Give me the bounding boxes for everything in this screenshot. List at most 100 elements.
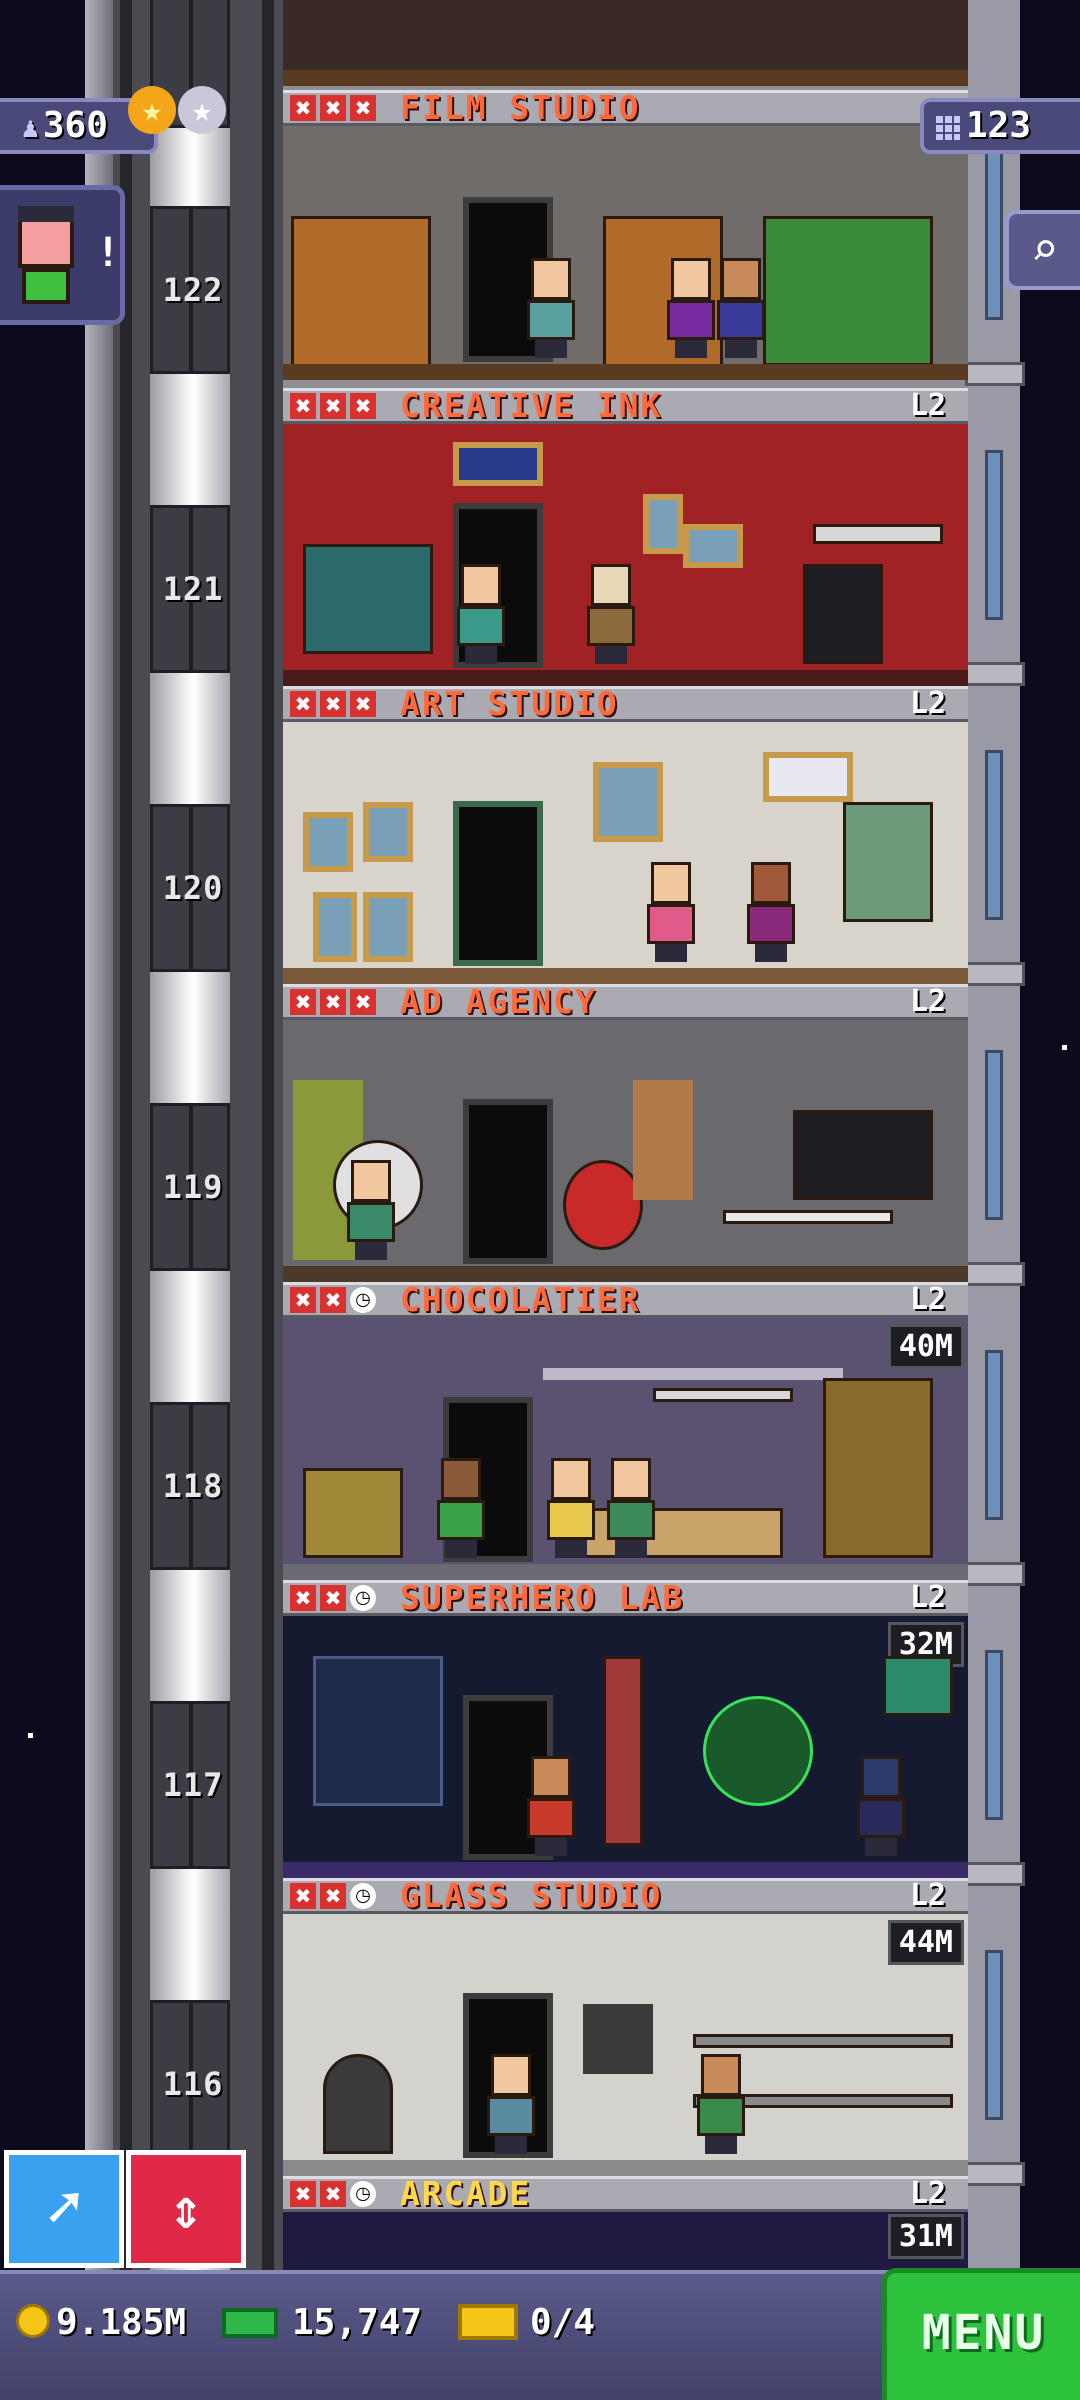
tower-bux-icon — [222, 2308, 278, 2338]
floor-status-icons: ✖ ✖ ◷ — [290, 1878, 376, 1914]
alert-icon: ! — [96, 230, 121, 276]
floor-name: GLASS STUDIO — [400, 1876, 663, 1915]
x-icon: ✖ — [320, 2181, 346, 2207]
magnifier-icon: ⌕ — [1030, 222, 1059, 276]
tower-window — [985, 450, 1003, 620]
room-creative-ink[interactable] — [283, 424, 968, 686]
floor-status-icons: ✖ ✖ ✖ — [290, 388, 376, 424]
floor-level: L2 — [910, 1282, 947, 1317]
x-icon: ✖ — [320, 989, 346, 1015]
floor-status-icons: ✖ ✖ ✖ — [290, 686, 376, 722]
room-chocolatier[interactable]: 40M — [283, 1318, 968, 1580]
star-dot — [28, 1733, 33, 1738]
restock-timer: 40M — [887, 1324, 964, 1369]
x-icon: ✖ — [290, 393, 316, 419]
room-arcade[interactable]: 31M — [283, 2212, 968, 2270]
rocket-button[interactable]: ➚ — [4, 2150, 124, 2268]
search-button[interactable]: ⌕ — [1005, 210, 1080, 290]
room-film-studio[interactable] — [283, 126, 968, 380]
floor-name: CREATIVE INK — [400, 386, 663, 425]
person-icon: ♟ — [22, 111, 39, 144]
x-icon: ✖ — [320, 691, 346, 717]
floor-number-block: 117 — [150, 1701, 230, 1869]
room-superhero-lab[interactable]: 32M — [283, 1616, 968, 1878]
elevator-arrows-icon: ⇕ — [169, 2177, 203, 2242]
floor-name: FILM STUDIO — [400, 88, 641, 127]
floor-number: 117 — [162, 1766, 224, 1804]
floors-count-badge[interactable]: 123 — [920, 98, 1080, 154]
floor-number: 122 — [162, 271, 224, 309]
floor-status-icons: ✖ ✖ ◷ — [290, 1282, 376, 1318]
floor-header-art-studio[interactable] — [283, 686, 968, 722]
tickets-amount: 0/4 — [530, 2302, 596, 2343]
x-icon: ✖ — [320, 1585, 346, 1611]
coin-icon — [16, 2304, 50, 2338]
floor-number-block: 119 — [150, 1103, 230, 1271]
room-art-studio[interactable] — [283, 722, 968, 984]
shaft-rail — [120, 0, 132, 2270]
restock-timer: 31M — [887, 2214, 964, 2259]
x-icon: ✖ — [290, 1287, 316, 1313]
room-glass-studio[interactable]: 44M — [283, 1914, 968, 2176]
tower-window — [985, 1650, 1003, 1820]
floor-header-arcade[interactable] — [283, 2176, 968, 2212]
star-rating[interactable]: ★ ★ — [128, 86, 226, 134]
tower-window — [985, 150, 1003, 320]
restock-timer: 44M — [887, 1920, 964, 1965]
grid-icon — [934, 114, 960, 140]
room-above-partial[interactable] — [283, 0, 968, 86]
x-icon: ✖ — [290, 1883, 316, 1909]
floor-number: 116 — [162, 2065, 224, 2103]
floor-status-icons: ✖ ✖ ◷ — [290, 1580, 376, 1616]
floor-number: 118 — [162, 1467, 224, 1505]
vip-avatar-hair — [18, 206, 74, 222]
floor-header-ad-agency[interactable] — [283, 984, 968, 1020]
floor-name: ART STUDIO — [400, 684, 619, 723]
x-icon: ✖ — [350, 989, 376, 1015]
tower-window — [985, 750, 1003, 920]
x-icon: ✖ — [320, 393, 346, 419]
vip-avatar-body — [22, 268, 70, 304]
tower-bracket — [965, 1862, 1025, 1886]
floor-level: L2 — [910, 686, 947, 721]
gold-star-icon: ★ — [128, 86, 176, 134]
vip-visitor-button[interactable]: ! — [0, 185, 125, 325]
x-icon: ✖ — [350, 393, 376, 419]
tower-window — [985, 1950, 1003, 2120]
room-ad-agency[interactable] — [283, 1020, 968, 1282]
tower-bracket — [965, 962, 1025, 986]
elevator-button[interactable]: ⇕ — [126, 2150, 246, 2268]
tower-window — [985, 1350, 1003, 1520]
coins-amount: 9.185M — [56, 2302, 187, 2343]
tower-left-edge — [85, 0, 113, 2270]
floor-status-icons: ✖ ✖ ◷ — [290, 2176, 376, 2212]
silver-star-icon: ★ — [178, 86, 226, 134]
x-icon: ✖ — [350, 691, 376, 717]
tower-bracket — [965, 1262, 1025, 1286]
tower-window — [985, 1050, 1003, 1220]
ticket-icon — [458, 2304, 518, 2340]
x-icon: ✖ — [290, 989, 316, 1015]
x-icon: ✖ — [320, 95, 346, 121]
floor-level: L2 — [910, 1580, 947, 1615]
floor-number: 119 — [162, 1168, 224, 1206]
x-icon: ✖ — [290, 1585, 316, 1611]
floor-number-block: 116 — [150, 2000, 230, 2168]
floor-name: AD AGENCY — [400, 982, 597, 1021]
floor-number-block: 120 — [150, 804, 230, 972]
clock-icon: ◷ — [350, 1585, 376, 1611]
floor-number-block: 121 — [150, 505, 230, 673]
tower-bracket — [965, 1562, 1025, 1586]
menu-button[interactable]: MENU — [882, 2268, 1080, 2400]
floor-level: L2 — [910, 1878, 947, 1913]
x-icon: ✖ — [290, 2181, 316, 2207]
x-icon: ✖ — [290, 95, 316, 121]
shaft-rail — [262, 0, 274, 2270]
tower-bracket — [965, 2162, 1025, 2186]
floor-level: L2 — [910, 2176, 947, 2211]
floor-number-block: 118 — [150, 1402, 230, 1570]
floor-name: ARCADE — [400, 2174, 532, 2213]
floor-level: L2 — [910, 388, 947, 423]
clock-icon: ◷ — [350, 2181, 376, 2207]
tower-bracket — [965, 662, 1025, 686]
